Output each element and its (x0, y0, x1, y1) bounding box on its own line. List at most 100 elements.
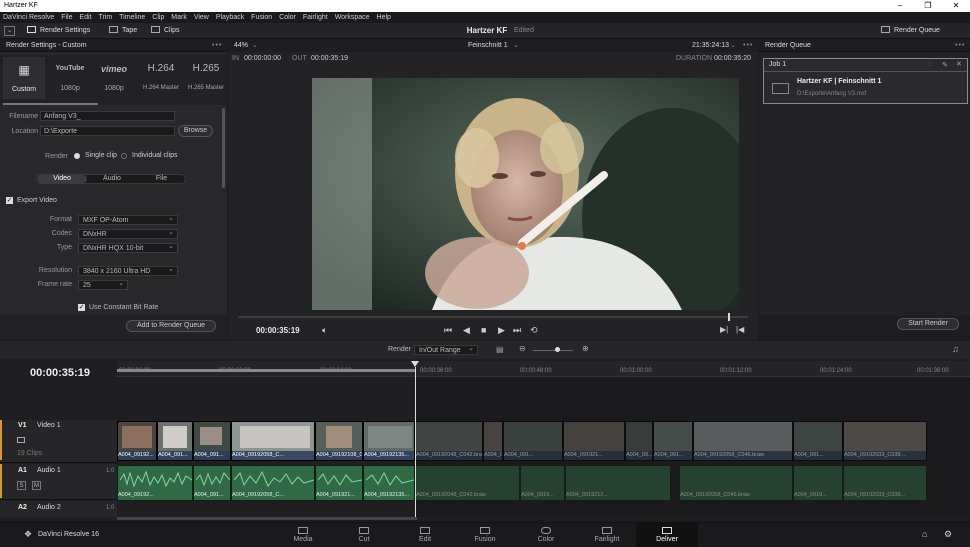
preset-youtube[interactable]: YouTube 1080p (50, 57, 90, 99)
browse-button[interactable]: Browse (178, 125, 213, 137)
minimize-button[interactable]: – (886, 0, 914, 12)
timecode-dropdown-icon[interactable]: ⌄ (730, 40, 736, 52)
menu-davinci-resolve[interactable]: DaVinci Resolve (3, 14, 54, 21)
viewer-options-icon[interactable]: ••• (743, 40, 753, 52)
zoom-level[interactable]: 44% (234, 40, 248, 52)
viewer-scrubber[interactable] (238, 316, 748, 318)
menu-trim[interactable]: Trim (98, 14, 112, 21)
page-tab-fairlight[interactable]: Fairlight (576, 523, 638, 547)
audio-clip[interactable]: A004_091921... (315, 465, 363, 501)
page-tab-cut[interactable]: Cut (333, 523, 395, 547)
audio-clip[interactable]: A004_0919... (520, 465, 565, 501)
menu-workspace[interactable]: Workspace (335, 14, 370, 21)
queue-options-icon[interactable]: ••• (955, 40, 965, 52)
menu-timeline[interactable]: Timeline (119, 14, 145, 21)
play-reverse-icon[interactable]: ◀ (463, 325, 470, 336)
menu-fusion[interactable]: Fusion (251, 14, 272, 21)
render-queue-button[interactable]: Render Queue (878, 25, 940, 37)
video-clip[interactable]: A004_09192058_C... (231, 421, 315, 461)
menu-view[interactable]: View (194, 14, 209, 21)
in-out-range-bar[interactable] (117, 369, 415, 372)
stop-icon[interactable]: ■ (481, 325, 486, 335)
audio-clip[interactable]: A004_09192033_C039... (843, 465, 927, 501)
video-clip[interactable]: A004_09192048_C042.braw (415, 421, 483, 461)
video-clip[interactable]: A004_09192... (117, 421, 157, 461)
close-button[interactable]: ✕ (942, 0, 970, 12)
timeline-scrollbar[interactable] (117, 517, 417, 520)
preset-scrollbar[interactable] (3, 103, 98, 105)
tab-video[interactable]: Video (37, 175, 87, 183)
preset-vimeo[interactable]: vimeo 1080p (93, 57, 135, 99)
loop-icon[interactable]: ⟲ (530, 325, 538, 336)
timeline-name[interactable]: Feinschnitt 1 (468, 40, 508, 52)
audio-clip[interactable]: A004_09192135... (363, 465, 415, 501)
video-clip[interactable]: A004_09... (625, 421, 653, 461)
menu-mark[interactable]: Mark (171, 14, 187, 21)
go-to-end-icon[interactable]: ⏭︎ (513, 325, 521, 336)
settings-scrollbar[interactable] (222, 108, 225, 188)
delete-job-icon[interactable]: ✕ (956, 60, 962, 68)
scrubber-playhead[interactable] (728, 313, 730, 321)
volume-icon[interactable]: 🔈︎ (322, 325, 327, 336)
add-to-render-queue-button[interactable]: Add to Render Queue (126, 320, 216, 332)
audio-clip[interactable]: A004_091... (193, 465, 231, 501)
menu-color[interactable]: Color (279, 14, 296, 21)
zoom-out-icon[interactable]: ⊖ (519, 344, 526, 353)
menu-fairlight[interactable]: Fairlight (303, 14, 328, 21)
preset-h265[interactable]: H.265 H.265 Master (184, 57, 228, 99)
zoom-slider-handle[interactable] (555, 347, 560, 352)
video-clip[interactable]: A004_091... (793, 421, 843, 461)
video-clip[interactable]: A004_091... (157, 421, 193, 461)
preset-custom[interactable]: ▦ Custom (3, 57, 45, 99)
video-clip[interactable]: A004_091... (653, 421, 693, 461)
a1-solo-button[interactable]: S (17, 481, 26, 490)
audio-clip[interactable]: A004_09192058_C046.braw (679, 465, 793, 501)
home-icon[interactable]: ⌂ (922, 529, 927, 539)
resolution-dropdown[interactable]: 3840 x 2160 Ultra HD (78, 265, 178, 276)
menu-edit[interactable]: Edit (79, 14, 91, 21)
page-tab-edit[interactable]: Edit (394, 523, 456, 547)
video-clip[interactable]: A004_091... (503, 421, 563, 461)
tape-button[interactable]: Tape (106, 25, 137, 37)
menu-clip[interactable]: Clip (152, 14, 164, 21)
panel-toggle-icon[interactable]: ⌄ (4, 26, 15, 36)
more-options-icon[interactable]: ••• (212, 40, 222, 52)
mark-in-icon[interactable]: ▶| (720, 325, 728, 334)
audio-clip[interactable]: A004_09192... (117, 465, 193, 501)
video-clip[interactable]: A004_09192108_C047.br... (315, 421, 363, 461)
video-clip[interactable]: A004_09192135... (363, 421, 415, 461)
go-to-start-icon[interactable]: ⏮︎ (444, 325, 452, 336)
zoom-dropdown-icon[interactable]: ⌄ (252, 40, 258, 52)
constant-bitrate-checkbox[interactable]: ✓ (78, 304, 85, 311)
video-clip[interactable]: A004_09192033_C039... (843, 421, 927, 461)
tab-file[interactable]: File (137, 175, 186, 183)
video-clip[interactable]: A004_09192058_C046.braw (693, 421, 793, 461)
type-dropdown[interactable]: DNxHR HQX 10-bit (78, 242, 178, 253)
zoom-in-icon[interactable]: ⊕ (582, 344, 589, 353)
location-input[interactable]: D:\Exporte (40, 126, 175, 136)
video-clip[interactable]: A004_091921... (563, 421, 625, 461)
menu-file[interactable]: File (61, 14, 72, 21)
settings-gear-icon[interactable]: ⚙ (944, 529, 952, 540)
preset-h264[interactable]: H.264 H.264 Master (138, 57, 184, 99)
audio-clip[interactable]: A004_09192048_C042.braw (415, 465, 520, 501)
mark-out-icon[interactable]: |◀ (736, 325, 744, 334)
v1-monitor-icon[interactable] (17, 437, 25, 443)
job-info-icon[interactable]: ◌ (928, 61, 932, 68)
render-range-dropdown[interactable]: In/Out Range (414, 344, 478, 355)
video-clip[interactable]: A004_091... (483, 421, 503, 461)
page-tab-deliver[interactable]: Deliver (636, 523, 698, 547)
menu-playback[interactable]: Playback (216, 14, 244, 21)
start-render-button[interactable]: Start Render (897, 318, 959, 330)
maximize-button[interactable]: ❐ (914, 0, 942, 12)
video-clip[interactable]: A004_091... (193, 421, 231, 461)
timeline-dropdown-icon[interactable]: ⌄ (513, 40, 519, 52)
page-tab-fusion[interactable]: Fusion (454, 523, 516, 547)
export-video-checkbox[interactable]: ✓ (6, 197, 13, 204)
framerate-dropdown[interactable]: 25 (78, 279, 128, 290)
clips-button[interactable]: Clips (148, 25, 180, 37)
page-tab-media[interactable]: Media (272, 523, 334, 547)
a1-mute-button[interactable]: M (32, 481, 41, 490)
audio-clip[interactable]: A004_0919212... (565, 465, 671, 501)
play-icon[interactable]: ▶ (498, 325, 505, 336)
